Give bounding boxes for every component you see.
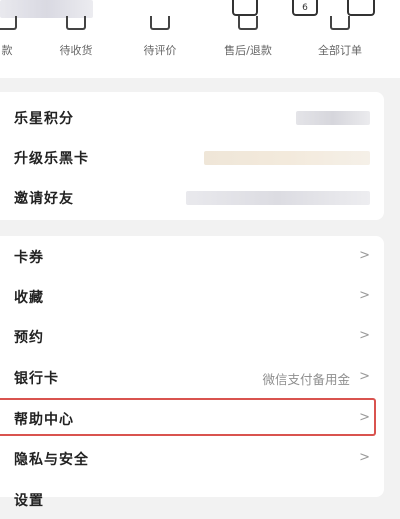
menu-item-label: 预约 <box>14 330 44 346</box>
points-label: 乐星积分 <box>14 111 74 127</box>
order-tab-refund[interactable]: 售后/退款 <box>208 16 288 78</box>
invite-friends-row[interactable]: 邀请好友 <box>0 177 384 217</box>
chevron-right-icon: > <box>359 328 370 343</box>
menu-card: 卡券 > 收藏 > 预约 > 银行卡 微信支付备用金 > 帮助中心 > 隐私与安… <box>0 236 384 509</box>
order-tab-label: 待评价 <box>143 44 177 57</box>
order-tab-all-orders[interactable]: 全部订单 <box>300 16 380 78</box>
chevron-right-icon: > <box>359 288 370 303</box>
blurred-points-value <box>296 111 370 125</box>
chevron-right-icon: > <box>359 410 370 425</box>
order-tab-label: 全部订单 <box>318 44 362 57</box>
menu-item-label: 隐私与安全 <box>14 452 89 468</box>
payment-icon <box>0 16 17 30</box>
menu-item-bank-card[interactable]: 银行卡 微信支付备用金 > <box>0 357 384 397</box>
menu-item-help-center[interactable]: 帮助中心 > <box>0 398 384 438</box>
chevron-right-icon: > <box>359 369 370 384</box>
blurred-invite-text <box>186 191 370 205</box>
menu-item-reservations[interactable]: 预约 > <box>0 316 384 356</box>
member-benefits-card: 乐星积分 升级乐黑卡 邀请好友 <box>0 92 384 220</box>
bank-card-value: 微信支付备用金 <box>262 372 350 387</box>
menu-item-favorites[interactable]: 收藏 > <box>0 276 384 316</box>
calendar-badge: 6 <box>302 3 308 13</box>
menu-item-label: 银行卡 <box>14 371 59 387</box>
scan-icon[interactable] <box>232 0 258 16</box>
orders-icon <box>330 16 350 30</box>
order-tab-to-receive[interactable]: 待收货 <box>46 16 106 78</box>
order-tabs: 款 待收货 待评价 售后/退款 全部订单 <box>0 16 400 78</box>
calendar-icon[interactable]: 6 <box>292 0 318 16</box>
menu-item-label: 设置 <box>14 493 44 509</box>
points-row[interactable]: 乐星积分 <box>0 97 384 137</box>
menu-item-privacy-security[interactable]: 隐私与安全 > <box>0 438 384 478</box>
review-icon <box>150 16 170 30</box>
order-tab-label: 待收货 <box>59 44 93 57</box>
chevron-right-icon: > <box>359 450 370 465</box>
message-icon[interactable] <box>347 0 375 16</box>
truck-icon <box>66 16 86 30</box>
menu-item-label: 帮助中心 <box>14 412 74 428</box>
order-tab-pending-payment[interactable]: 款 <box>0 16 32 78</box>
chevron-right-icon: > <box>359 248 370 263</box>
upgrade-card-label: 升级乐黑卡 <box>14 151 89 167</box>
upgrade-card-row[interactable]: 升级乐黑卡 <box>0 137 384 177</box>
refund-icon <box>238 16 258 30</box>
order-tab-to-review[interactable]: 待评价 <box>130 16 190 78</box>
menu-item-label: 卡券 <box>14 250 44 266</box>
order-tab-label: 售后/退款 <box>224 44 272 57</box>
menu-item-coupons[interactable]: 卡券 > <box>0 236 384 276</box>
order-tab-label: 款 <box>1 44 13 57</box>
menu-item-settings[interactable]: 设置 <box>0 479 384 519</box>
blurred-upgrade-banner <box>204 151 370 165</box>
menu-item-label: 收藏 <box>14 290 44 306</box>
invite-friends-label: 邀请好友 <box>14 191 74 207</box>
